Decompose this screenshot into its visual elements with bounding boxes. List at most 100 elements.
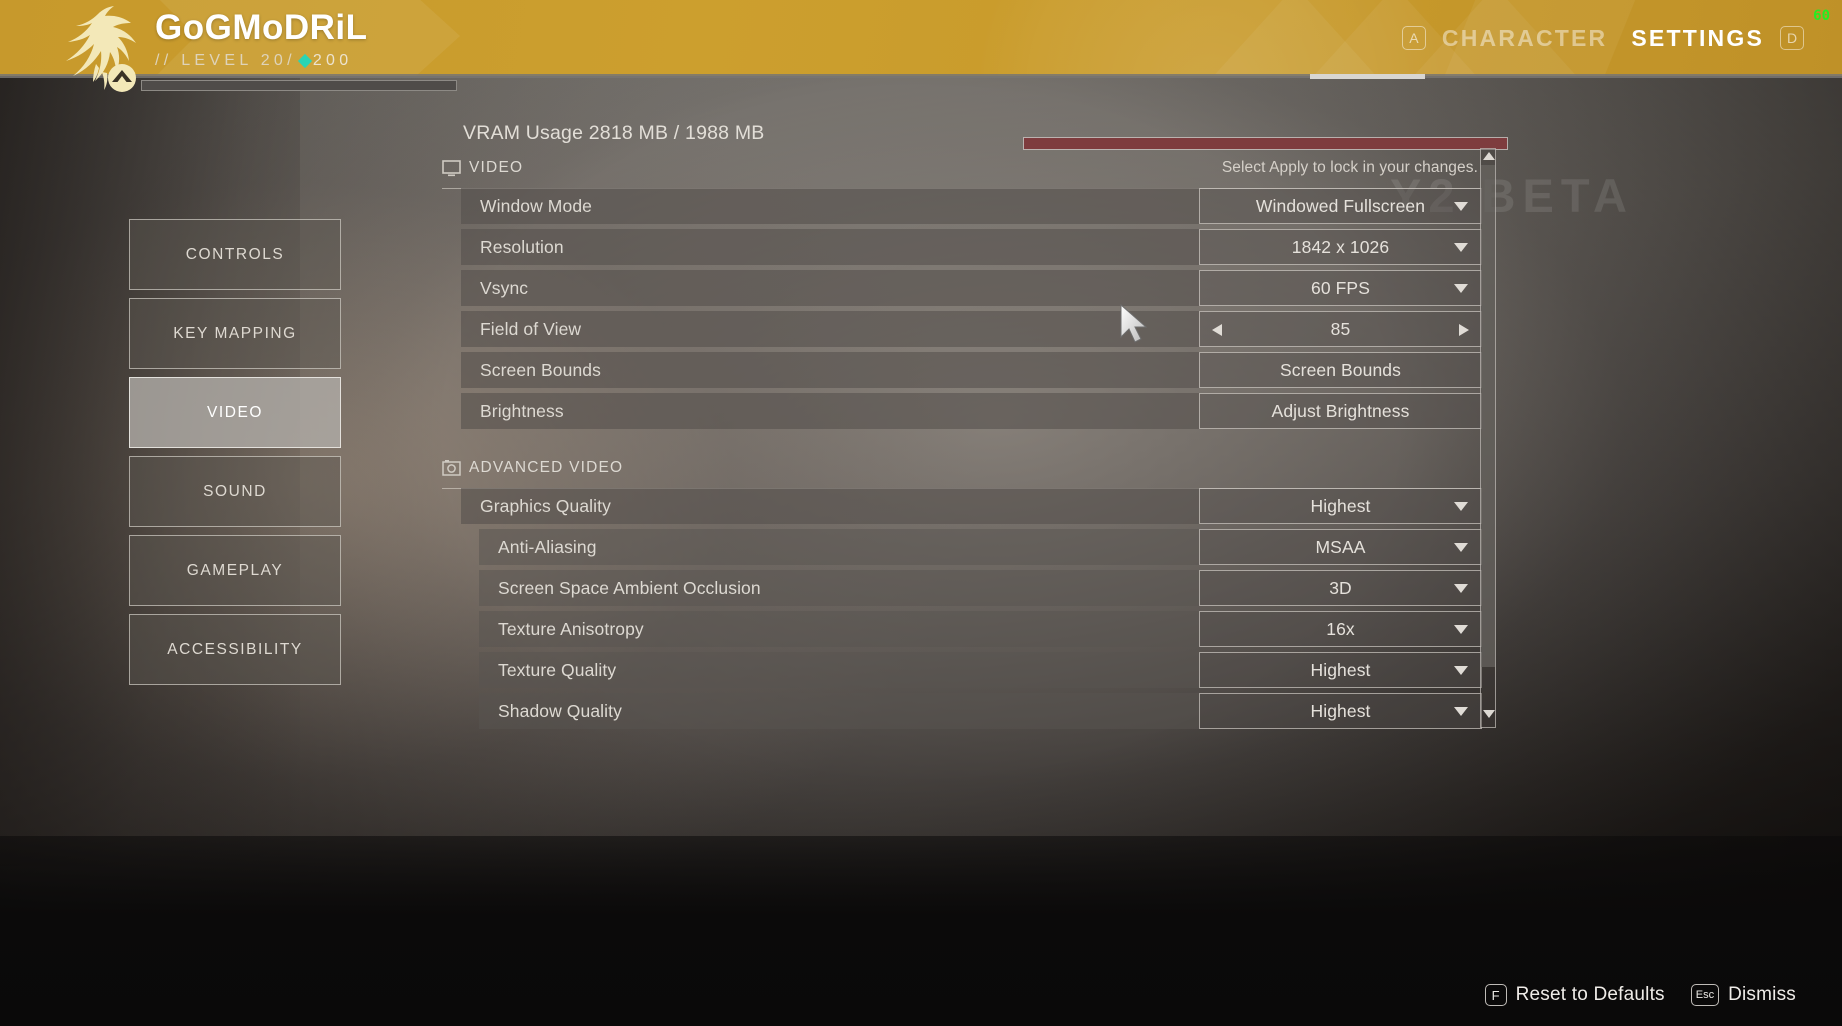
section-hint: Select Apply to lock in your changes.: [1221, 159, 1478, 176]
stepper-decrement-icon[interactable]: [1212, 324, 1222, 336]
setting-label: Field of View: [480, 318, 582, 339]
nav-item-settings[interactable]: SETTINGS D: [1631, 25, 1804, 52]
setting-value-control[interactable]: 60 FPS: [1199, 270, 1482, 306]
sidebar-item-label: GAMEPLAY: [186, 561, 284, 579]
setting-value: Adjust Brightness: [1271, 400, 1410, 421]
reset-to-defaults-label: Reset to Defaults: [1515, 984, 1665, 1005]
setting-row[interactable]: Shadow Quality Highest: [479, 693, 1482, 729]
setting-name-cell: Screen Space Ambient Occlusion: [479, 570, 1199, 606]
player-name: GoGMoDRiL: [155, 8, 368, 47]
footer-hints: F Reset to Defaults Esc Dismiss: [1484, 984, 1796, 1006]
chevron-down-icon[interactable]: [1454, 666, 1468, 675]
dismiss-button[interactable]: Esc Dismiss: [1690, 984, 1796, 1006]
aperture-icon: [442, 460, 461, 477]
setting-row[interactable]: Window Mode Windowed Fullscreen: [461, 188, 1482, 224]
section-header-advanced-video: ADVANCED VIDEO: [442, 458, 1482, 489]
vram-usage-bar-fill: [1024, 138, 1507, 149]
setting-label: Resolution: [480, 236, 564, 257]
sidebar-item-key-mapping[interactable]: KEY MAPPING: [129, 298, 341, 369]
setting-value-control[interactable]: 3D: [1199, 570, 1482, 606]
setting-label: Screen Space Ambient Occlusion: [498, 577, 761, 598]
setting-value: Highest: [1310, 700, 1371, 721]
stepper-increment-icon[interactable]: [1459, 324, 1469, 336]
setting-value-control[interactable]: MSAA: [1199, 529, 1482, 565]
setting-row[interactable]: Graphics Quality Highest: [461, 488, 1482, 524]
nav-item-character[interactable]: A CHARACTER: [1401, 25, 1607, 52]
setting-value-control[interactable]: Highest: [1199, 488, 1482, 524]
setting-name-cell: Graphics Quality: [461, 488, 1199, 524]
setting-name-cell: Resolution: [461, 229, 1199, 265]
monitor-icon: [442, 160, 461, 177]
player-level-prefix: // LEVEL 20/: [155, 52, 296, 69]
sidebar-item-sound[interactable]: SOUND: [129, 456, 341, 527]
setting-value: Highest: [1310, 495, 1371, 516]
setting-row[interactable]: Screen Bounds Screen Bounds: [461, 352, 1482, 388]
setting-label: Brightness: [480, 400, 564, 421]
player-level-cap: 200: [312, 52, 353, 69]
setting-value: Screen Bounds: [1280, 359, 1401, 380]
sidebar-item-label: ACCESSIBILITY: [167, 640, 303, 658]
settings-scrollbar-thumb[interactable]: [1481, 165, 1495, 667]
chevron-down-icon[interactable]: [1454, 625, 1468, 634]
setting-label: Vsync: [480, 277, 529, 298]
setting-name-cell: Shadow Quality: [479, 693, 1199, 729]
sidebar-item-controls[interactable]: CONTROLS: [129, 219, 341, 290]
sidebar-item-label: CONTROLS: [185, 245, 285, 263]
setting-row[interactable]: Brightness Adjust Brightness: [461, 393, 1482, 429]
mouse-cursor-icon: [1119, 303, 1149, 346]
setting-label: Graphics Quality: [480, 495, 611, 516]
setting-value-control[interactable]: 16x: [1199, 611, 1482, 647]
setting-value-control[interactable]: Highest: [1199, 693, 1482, 729]
setting-label: Texture Anisotropy: [498, 618, 644, 639]
header-underline: [0, 74, 1842, 78]
sidebar-item-gameplay[interactable]: GAMEPLAY: [129, 535, 341, 606]
player-level: // LEVEL 20/200: [155, 50, 368, 72]
sidebar-item-label: KEY MAPPING: [173, 324, 297, 342]
setting-value-control[interactable]: Highest: [1199, 652, 1482, 688]
sidebar-item-accessibility[interactable]: ACCESSIBILITY: [129, 614, 341, 685]
setting-row[interactable]: Screen Space Ambient Occlusion 3D: [479, 570, 1482, 606]
setting-row[interactable]: Texture Anisotropy 16x: [479, 611, 1482, 647]
key-hint-f: F: [1484, 984, 1507, 1006]
setting-value: Highest: [1310, 659, 1371, 680]
chevron-down-icon[interactable]: [1454, 584, 1468, 593]
setting-name-cell: Window Mode: [461, 188, 1199, 224]
setting-name-cell: Texture Anisotropy: [479, 611, 1199, 647]
key-hint-d: D: [1780, 26, 1804, 50]
setting-row[interactable]: Resolution 1842 x 1026: [461, 229, 1482, 265]
eagle-emblem-icon: [52, 2, 148, 98]
setting-row[interactable]: Texture Quality Highest: [479, 652, 1482, 688]
sidebar-item-label: VIDEO: [207, 403, 263, 421]
settings-panel: VRAM Usage 2818 MB / 1988 MB VIDEO Select…: [420, 110, 1520, 730]
setting-value-control[interactable]: 85: [1199, 311, 1482, 347]
chevron-down-icon[interactable]: [1454, 202, 1468, 211]
chevron-down-icon[interactable]: [1454, 243, 1468, 252]
xp-progress-bar: [141, 80, 457, 91]
chevron-down-icon[interactable]: [1454, 284, 1468, 293]
header-nav: A CHARACTER SETTINGS D: [1401, 0, 1804, 76]
chevron-down-icon[interactable]: [1454, 543, 1468, 552]
setting-name-cell: Brightness: [461, 393, 1199, 429]
chevron-down-icon[interactable]: [1454, 502, 1468, 511]
section-title: ADVANCED VIDEO: [469, 459, 624, 476]
sidebar-item-video[interactable]: VIDEO: [129, 377, 341, 448]
setting-value-control[interactable]: Adjust Brightness: [1199, 393, 1482, 429]
chevron-down-icon[interactable]: [1454, 707, 1468, 716]
setting-value-control[interactable]: Windowed Fullscreen: [1199, 188, 1482, 224]
setting-name-cell: Vsync: [461, 270, 1199, 306]
setting-label: Window Mode: [480, 195, 592, 216]
setting-row[interactable]: Vsync 60 FPS: [461, 270, 1482, 306]
reset-to-defaults-button[interactable]: F Reset to Defaults: [1484, 984, 1665, 1006]
setting-value: 60 FPS: [1311, 277, 1370, 298]
player-info: GoGMoDRiL // LEVEL 20/200: [155, 8, 368, 72]
scroll-down-arrow-icon[interactable]: [1483, 710, 1495, 718]
settings-sidebar: CONTROLS KEY MAPPING VIDEO SOUND GAMEPLAY ACC…: [129, 219, 341, 693]
setting-value: 1842 x 1026: [1291, 236, 1390, 257]
setting-row[interactable]: Anti-Aliasing MSAA: [479, 529, 1482, 565]
setting-name-cell: Screen Bounds: [461, 352, 1199, 388]
setting-label: Screen Bounds: [480, 359, 601, 380]
setting-value-control[interactable]: Screen Bounds: [1199, 352, 1482, 388]
scroll-up-arrow-icon[interactable]: [1483, 152, 1495, 160]
setting-row[interactable]: Field of View 85: [461, 311, 1482, 347]
setting-value-control[interactable]: 1842 x 1026: [1199, 229, 1482, 265]
